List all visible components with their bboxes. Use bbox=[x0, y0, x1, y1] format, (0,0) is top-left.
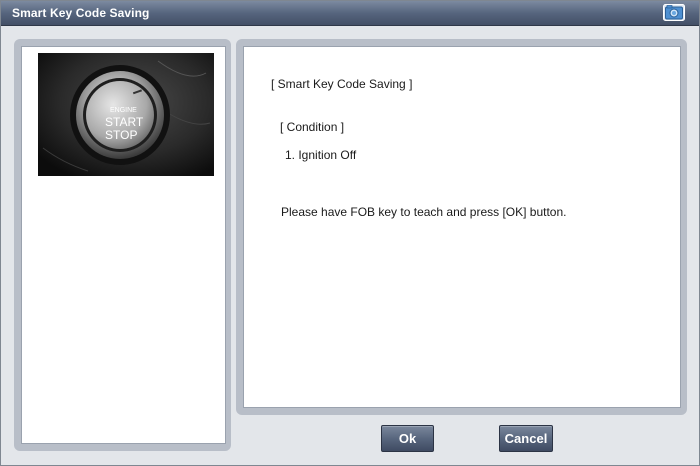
camera-icon[interactable] bbox=[663, 4, 685, 21]
ok-button[interactable]: Ok bbox=[381, 425, 434, 452]
content-heading: [ Smart Key Code Saving ] bbox=[271, 77, 413, 91]
image-panel-inner: ENGINE START STOP bbox=[21, 46, 226, 444]
condition-label: [ Condition ] bbox=[280, 120, 345, 134]
cancel-button[interactable]: Cancel bbox=[499, 425, 553, 452]
dialog-window: Smart Key Code Saving ENGINE START STOP … bbox=[0, 0, 700, 466]
title-bar[interactable]: Smart Key Code Saving bbox=[1, 1, 699, 26]
photo-text-engine: ENGINE bbox=[110, 107, 137, 114]
image-panel: ENGINE START STOP bbox=[14, 39, 231, 451]
window-title: Smart Key Code Saving bbox=[12, 6, 150, 20]
photo-text-start: START bbox=[105, 115, 144, 129]
content-panel: [ Smart Key Code Saving ] [ Condition ] … bbox=[236, 39, 687, 415]
photo-text-stop: STOP bbox=[105, 128, 137, 142]
condition-item: 1. Ignition Off bbox=[285, 148, 357, 162]
content-panel-inner: [ Smart Key Code Saving ] [ Condition ] … bbox=[243, 46, 681, 408]
engine-start-stop-button-photo: ENGINE START STOP bbox=[38, 53, 214, 176]
instruction-text: Please have FOB key to teach and press [… bbox=[281, 205, 567, 219]
